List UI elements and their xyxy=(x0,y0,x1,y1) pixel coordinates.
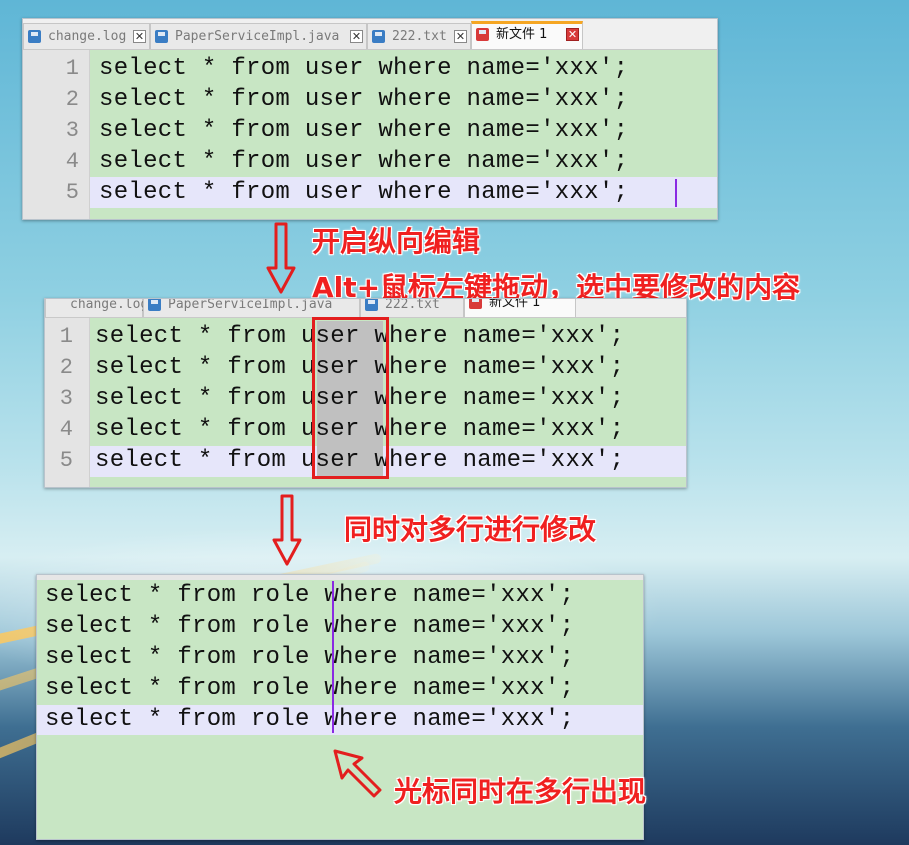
tab-label: 新文件 1 xyxy=(496,27,548,42)
close-tab-icon[interactable]: ✕ xyxy=(566,28,579,41)
tab-label: change.log xyxy=(70,298,149,312)
code-line[interactable]: select * from user where name='xxx'; xyxy=(99,117,628,144)
code-text: select * from xyxy=(95,354,301,381)
line-number: 5 xyxy=(59,448,73,473)
line-number-gutter: 1 2 3 4 5 xyxy=(23,50,90,219)
code-line[interactable]: select * from user where name='xxx'; xyxy=(99,86,628,113)
code-line[interactable]: select * from role where name='xxx'; xyxy=(45,644,574,671)
annotation-enable-column-edit: 开启纵向编辑 xyxy=(312,225,481,258)
pointer-arrow-icon xyxy=(333,749,382,798)
code-text: where name='xxx'; xyxy=(359,354,625,381)
line-number: 3 xyxy=(65,118,79,143)
down-arrow-icon xyxy=(266,222,296,294)
close-tab-icon[interactable]: ✕ xyxy=(133,30,146,43)
unsaved-disk-icon xyxy=(469,299,482,309)
close-tab-icon[interactable]: ✕ xyxy=(454,30,467,43)
tab-new-file-1[interactable]: 新文件 1 ✕ xyxy=(471,21,583,49)
save-disk-icon xyxy=(28,30,41,43)
tab-paperserviceimpl[interactable]: PaperServiceImpl.java ✕ xyxy=(150,23,367,49)
tab-bar: change.log ✕ PaperServiceImpl.java ✕ 222… xyxy=(23,19,717,50)
save-disk-icon xyxy=(372,30,385,43)
line-number: 4 xyxy=(59,417,73,442)
code-line[interactable]: select * from role where name='xxx'; xyxy=(45,582,574,609)
line-number: 5 xyxy=(65,180,79,205)
text-caret xyxy=(675,179,677,207)
tab-label: change.log xyxy=(48,29,127,44)
code-text: select * from xyxy=(95,416,301,443)
code-line[interactable]: select * from user where name='xxx'; xyxy=(99,179,628,206)
code-line[interactable]: select * from user where name='xxx'; xyxy=(99,55,628,82)
code-line[interactable]: select * from user where name='xxx'; xyxy=(99,148,628,175)
code-line[interactable]: select * from role where name='xxx'; xyxy=(45,675,574,702)
close-tab-icon[interactable]: ✕ xyxy=(350,30,363,43)
editor-window-original: change.log ✕ PaperServiceImpl.java ✕ 222… xyxy=(22,18,718,220)
line-number: 2 xyxy=(65,87,79,112)
line-number: 1 xyxy=(59,324,73,349)
multi-line-caret xyxy=(332,581,334,733)
line-number: 4 xyxy=(65,149,79,174)
tab-new-file-1[interactable]: 新文件 1 xyxy=(464,298,576,317)
unsaved-disk-icon xyxy=(476,28,489,41)
tab-222-txt[interactable]: 222.txt xyxy=(360,298,464,317)
tab-label: PaperServiceImpl.java xyxy=(168,298,333,312)
selection-callout-box xyxy=(312,317,389,479)
down-arrow-icon xyxy=(272,494,302,566)
line-number: 3 xyxy=(59,386,73,411)
code-line[interactable]: select * from role where name='xxx'; xyxy=(45,706,574,733)
code-text: select * from xyxy=(95,447,301,474)
tab-bar-remnant xyxy=(37,575,643,580)
code-text: select * from xyxy=(95,323,301,350)
code-text: where name='xxx'; xyxy=(359,385,625,412)
line-number: 2 xyxy=(59,355,73,380)
tab-label: 新文件 1 xyxy=(489,298,541,310)
tab-bar: change.log PaperServiceImpl.java 222.txt… xyxy=(45,299,686,318)
code-text: where name='xxx'; xyxy=(359,447,625,474)
tab-label: 222.txt xyxy=(385,298,440,312)
annotation-multi-cursor: 光标同时在多行出现 xyxy=(394,775,647,808)
tab-paperserviceimpl[interactable]: PaperServiceImpl.java xyxy=(143,298,360,317)
tab-change-log[interactable]: change.log ✕ xyxy=(23,23,150,49)
line-number: 1 xyxy=(65,56,79,81)
tab-label: PaperServiceImpl.java xyxy=(175,29,340,44)
code-text: select * from xyxy=(95,385,301,412)
annotation-edit-multiple-lines: 同时对多行进行修改 xyxy=(344,513,597,546)
save-disk-icon xyxy=(155,30,168,43)
tab-change-log[interactable]: change.log xyxy=(45,299,148,317)
code-line[interactable]: select * from role where name='xxx'; xyxy=(45,613,574,640)
tab-label: 222.txt xyxy=(392,29,447,44)
save-disk-icon xyxy=(365,299,378,311)
code-text: where name='xxx'; xyxy=(359,416,625,443)
save-disk-icon xyxy=(148,299,161,311)
code-text: where name='xxx'; xyxy=(359,323,625,350)
tab-222-txt[interactable]: 222.txt ✕ xyxy=(367,23,471,49)
line-number-gutter: 1 2 3 4 5 xyxy=(45,318,90,487)
editor-window-column-select: change.log PaperServiceImpl.java 222.txt… xyxy=(44,298,687,488)
